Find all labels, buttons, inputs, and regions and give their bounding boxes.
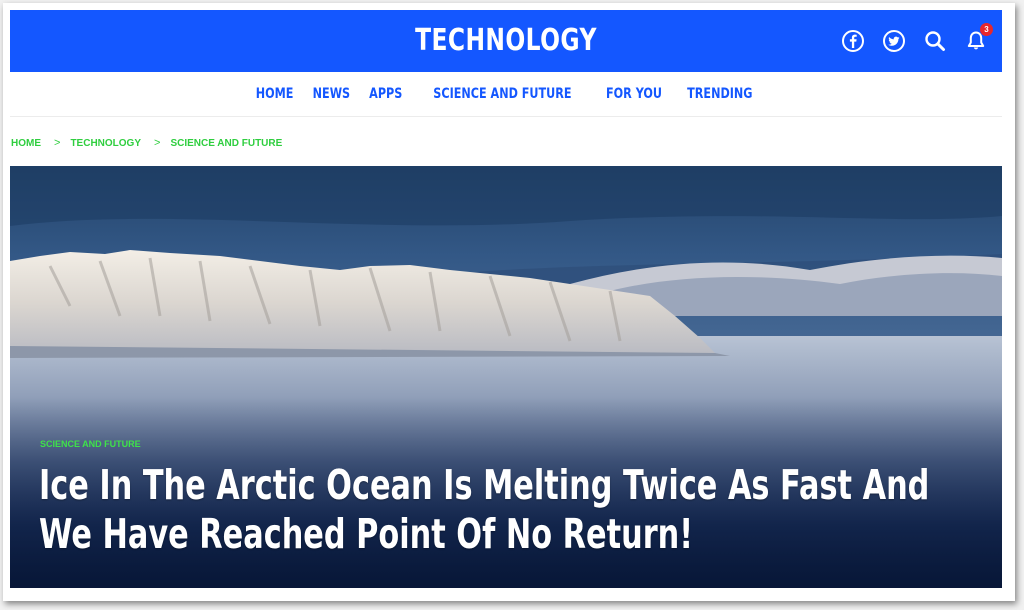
breadcrumb: HOME > TECHNOLOGY > SCIENCE AND FUTURE <box>11 136 282 150</box>
breadcrumb-home[interactable]: HOME <box>11 138 41 149</box>
nav-item-for-you[interactable]: FOR YOU <box>606 86 662 102</box>
breadcrumb-separator: > <box>54 137 61 149</box>
site-header: TECHNOLOGY 3 <box>10 10 1002 72</box>
breadcrumb-technology[interactable]: TECHNOLOGY <box>70 138 141 149</box>
nav-item-trending[interactable]: TRENDING <box>687 86 752 102</box>
nav-item-home[interactable]: HOME <box>256 86 294 102</box>
hero-category[interactable]: SCIENCE AND FUTURE <box>40 439 141 449</box>
hero-article[interactable]: SCIENCE AND FUTURE Ice In The Arctic Oce… <box>10 166 1002 588</box>
nav-item-news[interactable]: NEWS <box>313 86 350 102</box>
breadcrumb-science-and-future[interactable]: SCIENCE AND FUTURE <box>170 138 282 149</box>
nav-item-apps[interactable]: APPS <box>369 86 402 102</box>
nav-item-science-and-future[interactable]: SCIENCE AND FUTURE <box>434 86 572 102</box>
search-icon[interactable] <box>921 27 949 55</box>
facebook-icon[interactable] <box>839 27 867 55</box>
main-nav: HOME NEWS APPS SCIENCE AND FUTURE FOR YO… <box>10 72 1002 117</box>
notifications-button[interactable]: 3 <box>962 23 993 55</box>
hero-title[interactable]: Ice In The Arctic Ocean Is Melting Twice… <box>39 461 957 559</box>
twitter-icon[interactable] <box>880 27 908 55</box>
notification-badge: 3 <box>980 23 993 36</box>
site-title[interactable]: TECHNOLOGY <box>119 10 893 72</box>
header-icons: 3 <box>826 23 993 55</box>
breadcrumb-separator: > <box>154 137 161 149</box>
